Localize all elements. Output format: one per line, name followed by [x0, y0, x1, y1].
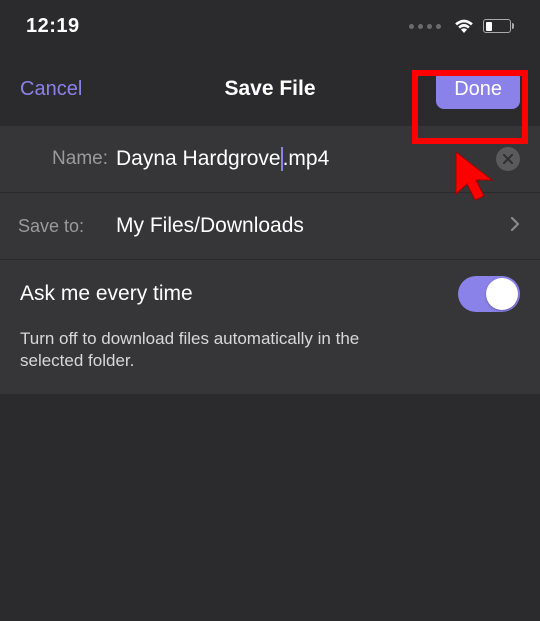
- cellular-dots-icon: [409, 24, 441, 29]
- ask-every-time-description: Turn off to download files automatically…: [0, 322, 420, 394]
- ask-every-time-toggle[interactable]: [458, 276, 520, 312]
- save-to-value: My Files/Downloads: [116, 214, 502, 238]
- battery-icon: [483, 19, 514, 33]
- status-indicators: [409, 18, 514, 34]
- close-icon: [503, 154, 513, 164]
- name-value-before: Dayna Hardgrove: [116, 147, 281, 171]
- ask-every-time-row: Ask me every time: [0, 260, 540, 322]
- save-to-label: Save to:: [18, 216, 110, 237]
- cancel-button[interactable]: Cancel: [20, 78, 82, 101]
- name-value-after: .mp4: [283, 147, 330, 171]
- wifi-icon: [453, 18, 475, 34]
- status-time: 12:19: [26, 15, 80, 38]
- clear-text-button[interactable]: [496, 147, 520, 171]
- name-label: Name:: [18, 148, 110, 170]
- form-panel: Name: Dayna Hardgrove.mp4 Save to: My Fi…: [0, 126, 540, 394]
- done-button[interactable]: Done: [436, 70, 520, 109]
- toggle-knob: [486, 278, 518, 310]
- name-row[interactable]: Name: Dayna Hardgrove.mp4: [0, 126, 540, 193]
- chevron-right-icon: [510, 216, 520, 237]
- status-bar: 12:19: [0, 0, 540, 52]
- ask-every-time-label: Ask me every time: [20, 282, 458, 306]
- name-input[interactable]: Dayna Hardgrove.mp4: [116, 147, 488, 171]
- save-to-row[interactable]: Save to: My Files/Downloads: [0, 193, 540, 260]
- nav-bar: Cancel Save File Done: [0, 52, 540, 126]
